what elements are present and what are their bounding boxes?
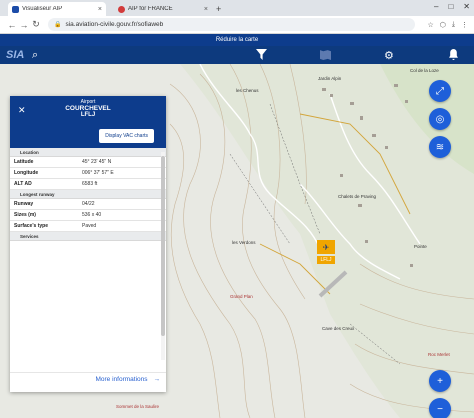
- sia-favicon-icon: [12, 5, 19, 13]
- more-informations-label: More informations: [95, 376, 148, 383]
- menu-icon[interactable]: ⋮: [461, 21, 468, 29]
- notification-bell-icon[interactable]: [448, 49, 459, 63]
- forward-icon[interactable]: →: [18, 20, 30, 30]
- more-informations-link[interactable]: More informations →: [10, 372, 166, 386]
- plus-icon: +: [437, 375, 443, 387]
- reduce-map-label: Réduire la carte: [215, 37, 259, 43]
- map-label: Sommet de la Saulire: [116, 404, 160, 409]
- reload-icon[interactable]: ↻: [30, 19, 42, 30]
- row-value: 45° 23' 45" N: [82, 159, 112, 165]
- settings-gear-icon[interactable]: ⚙: [384, 49, 394, 62]
- back-icon[interactable]: ←: [6, 20, 18, 30]
- airport-marker[interactable]: ✈ LFLJ: [317, 240, 335, 264]
- row-key: ALT AD: [14, 181, 32, 187]
- browser-tab-aip-france[interactable]: AIP for FRANCE ×: [114, 2, 212, 16]
- panel-scrollbar[interactable]: [161, 152, 165, 360]
- map-label: Grand Plan: [230, 294, 253, 299]
- reduce-map-bar[interactable]: Réduire la carte: [0, 34, 474, 46]
- map-label: Roc Merlet: [428, 352, 450, 357]
- info-row-sizes: Sizes (m) 536 x 40: [10, 210, 166, 221]
- download-icon[interactable]: ⤓: [452, 21, 455, 29]
- browser-tabbar: Visualiseur AIP × AIP for FRANCE × + – □…: [0, 0, 474, 16]
- new-tab-icon[interactable]: +: [216, 4, 221, 14]
- row-key: Latitude: [14, 159, 34, 165]
- url-input[interactable]: 🔒 sia.aviation-civile.gouv.fr/sofiaweb: [48, 18, 416, 31]
- close-window-icon[interactable]: ✕: [463, 2, 470, 11]
- globe-icon: ◎: [435, 113, 445, 125]
- extension-icon[interactable]: ⬡: [440, 21, 446, 29]
- close-icon[interactable]: ×: [204, 6, 208, 13]
- row-value: 6583 ft: [82, 181, 98, 187]
- map-label: les Chenus: [236, 88, 259, 93]
- arrow-right-icon: →: [153, 376, 161, 383]
- row-value: 006° 37' 57" E: [82, 170, 114, 176]
- app-toolbar: SIA ⌕ ⚙: [0, 46, 474, 64]
- layers-button[interactable]: ≋: [429, 136, 451, 158]
- window-controls: – □ ✕: [434, 2, 470, 11]
- browser-addressbar: ← → ↻ 🔒 sia.aviation-civile.gouv.fr/sofi…: [0, 16, 474, 34]
- row-key: Runway: [14, 201, 34, 207]
- scrollbar-thumb[interactable]: [161, 156, 165, 336]
- info-row-alt: ALT AD 6583 ft: [10, 179, 166, 190]
- row-key: Sizes (m): [14, 212, 36, 218]
- filter-icon[interactable]: [256, 49, 267, 63]
- minimize-icon[interactable]: –: [434, 2, 438, 11]
- display-vac-charts-button[interactable]: Display VAC charts: [99, 129, 154, 143]
- row-key: Surface's type: [14, 223, 48, 229]
- zoom-out-button[interactable]: −: [429, 398, 451, 418]
- info-row-longitude: Longitude 006° 37' 57" E: [10, 168, 166, 179]
- minus-icon: −: [437, 403, 443, 415]
- close-icon[interactable]: ×: [98, 6, 102, 13]
- section-location: Location: [10, 148, 166, 157]
- browser-tab-aip-viewer[interactable]: Visualiseur AIP ×: [8, 2, 106, 16]
- info-row-latitude: Latitude 45° 23' 45" N: [10, 157, 166, 168]
- airport-marker-code: LFLJ: [317, 256, 335, 264]
- row-key: Longitude: [14, 170, 39, 176]
- info-row-surface: Surface's type Paved: [10, 221, 166, 232]
- fullscreen-button[interactable]: ⤢: [429, 80, 451, 102]
- map-label: Pointe: [414, 244, 427, 249]
- close-icon[interactable]: ✕: [18, 105, 26, 116]
- map-label: Cave des Creux: [322, 326, 355, 331]
- airport-icon: ✈: [317, 240, 335, 254]
- expand-icon: ⤢: [436, 85, 444, 97]
- vac-zone: Display VAC charts: [10, 124, 166, 148]
- tab-title: Visualiseur AIP: [22, 6, 63, 12]
- tab-title: AIP for FRANCE: [128, 6, 173, 12]
- panel-header: ✕ Airport COURCHEVEL LFLJ: [10, 96, 166, 124]
- layers-icon: ≋: [435, 141, 445, 153]
- map-label: Col de la Loze: [410, 68, 439, 73]
- row-value: 536 x 40: [82, 212, 102, 218]
- globe-button[interactable]: ◎: [429, 108, 451, 130]
- map-label: Jardin Alpin: [318, 76, 342, 81]
- map-layers-icon[interactable]: [320, 49, 331, 63]
- info-row-runway: Runway 04/22: [10, 199, 166, 210]
- map-label: Chalets de Praving: [338, 194, 377, 199]
- zoom-in-button[interactable]: +: [429, 370, 451, 392]
- sia-logo: SIA: [6, 49, 25, 61]
- airport-icao: LFLJ: [80, 112, 96, 118]
- search-icon[interactable]: ⌕: [32, 49, 38, 62]
- aip-favicon-icon: [118, 5, 125, 13]
- section-services: Services: [10, 232, 166, 241]
- map-label: les Verdons: [232, 240, 256, 245]
- maximize-icon[interactable]: □: [448, 2, 453, 11]
- section-longest-runway: Longest runway: [10, 190, 166, 199]
- row-value: Paved: [82, 223, 97, 229]
- url-text: sia.aviation-civile.gouv.fr/sofiaweb: [65, 21, 164, 28]
- star-icon[interactable]: ☆: [427, 21, 433, 29]
- lock-icon: 🔒: [54, 22, 62, 28]
- airport-info-panel: ✕ Airport COURCHEVEL LFLJ Display VAC ch…: [10, 96, 166, 392]
- airport-name: COURCHEVEL: [65, 105, 111, 112]
- row-value: 04/22: [82, 201, 95, 207]
